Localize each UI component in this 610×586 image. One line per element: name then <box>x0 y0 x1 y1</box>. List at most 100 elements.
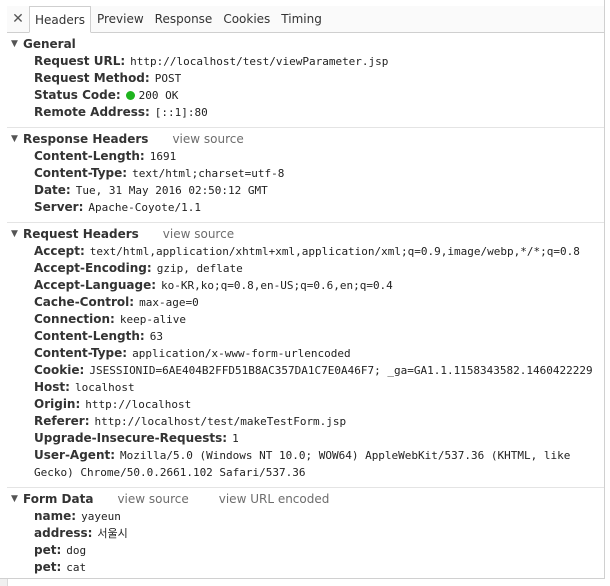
request-header-row: Content-Type: application/x-www-form-urle… <box>7 345 604 362</box>
header-value: gzip, deflate <box>156 262 243 275</box>
form-value: cat <box>66 561 87 574</box>
header-value: ko-KR,ko;q=0.8,en-US;q=0.6,en;q=0.4 <box>161 279 393 292</box>
form-value: yayeun <box>81 510 121 523</box>
header-key: Status Code: <box>34 88 121 102</box>
header-value: text/html;charset=utf-8 <box>132 167 285 180</box>
response-header-row: Date: Tue, 31 May 2016 02:50:12 GMT <box>7 182 604 199</box>
header-key: Accept-Language: <box>34 278 157 292</box>
header-value: 63 <box>149 330 163 343</box>
header-key: Request URL: <box>34 54 126 68</box>
request-header-row: Origin: http://localhost <box>7 396 604 413</box>
request-header-row: Cache-Control: max-age=0 <box>7 294 604 311</box>
expanded-triangle-icon: ▼ <box>11 134 18 144</box>
header-value: JSESSIONID=6AE404B2FFD51B8AC357DA1C7E0A4… <box>89 364 593 377</box>
view-source-link[interactable]: view source <box>172 132 243 146</box>
tab-timing[interactable]: Timing <box>276 6 327 32</box>
tab-headers[interactable]: Headers <box>29 6 91 33</box>
form-data-section: ▼ Form Data view source view URL encoded… <box>7 490 604 578</box>
section-title: Response Headers <box>23 132 149 146</box>
header-key: Date: <box>34 183 71 197</box>
request-header-row: Accept-Language: ko-KR,ko;q=0.8,en-US;q=0… <box>7 277 604 294</box>
header-key: Origin: <box>34 397 81 411</box>
form-value: dog <box>66 544 87 557</box>
header-value: http://localhost/test/makeTestForm.jsp <box>94 415 347 428</box>
header-key: Content-Length: <box>34 329 145 343</box>
status-ok-icon <box>125 91 135 100</box>
section-title: General <box>23 37 76 51</box>
response-header-row: Server: Apache-Coyote/1.1 <box>7 199 604 216</box>
header-value: keep-alive <box>119 313 187 326</box>
header-key: Accept-Encoding: <box>34 261 152 275</box>
header-key: Content-Type: <box>34 166 128 180</box>
general-row: Request Method: POST <box>7 70 604 87</box>
form-data-row: pet: cat <box>7 559 604 576</box>
header-key: Content-Length: <box>34 149 145 163</box>
tab-bar: ✕ Headers Preview Response Cookies Timin… <box>7 6 604 33</box>
form-key: pet: <box>34 543 62 557</box>
header-value: localhost <box>74 381 135 394</box>
header-key: Accept: <box>34 244 85 258</box>
header-value: http://localhost/test/viewParameter.jsp <box>130 55 389 68</box>
general-header[interactable]: ▼ General <box>7 35 604 53</box>
section-title: Form Data <box>23 492 94 506</box>
header-key: Upgrade-Insecure-Requests: <box>34 431 228 445</box>
view-url-encoded-link[interactable]: view URL encoded <box>219 492 330 506</box>
general-row: Request URL: http://localhost/test/viewPa… <box>7 53 604 70</box>
request-headers-section: ▼ Request Headers view source Accept: tex… <box>7 225 604 488</box>
general-section: ▼ General Request URL: http://localhost/t… <box>7 35 604 128</box>
form-data-row: pet: dog <box>7 542 604 559</box>
expanded-triangle-icon: ▼ <box>11 229 18 239</box>
header-key: Cache-Control: <box>34 295 135 309</box>
form-value: 서울시 <box>97 527 128 540</box>
header-key: Connection: <box>34 312 115 326</box>
close-icon[interactable]: ✕ <box>7 6 29 32</box>
response-header-row: Content-Type: text/html;charset=utf-8 <box>7 165 604 182</box>
request-header-row: Cookie: JSESSIONID=6AE404B2FFD51B8AC357DA… <box>7 362 604 379</box>
section-title: Request Headers <box>23 227 139 241</box>
header-value: max-age=0 <box>139 296 199 309</box>
tab-preview[interactable]: Preview <box>92 6 149 32</box>
view-source-link[interactable]: view source <box>117 492 188 506</box>
request-header-row: Host: localhost <box>7 379 604 396</box>
header-value: http://localhost <box>85 398 192 411</box>
header-value: application/x-www-form-urlencoded <box>132 347 351 360</box>
header-value: 1691 <box>149 150 177 163</box>
header-value: 200 OK <box>138 89 179 102</box>
response-headers-header[interactable]: ▼ Response Headers view source <box>7 130 604 148</box>
header-value: [::1]:80 <box>154 106 208 119</box>
form-data-row: name: yayeun <box>7 508 604 525</box>
header-value: 1 <box>232 432 239 445</box>
form-key: pet: <box>34 560 62 574</box>
expanded-triangle-icon: ▼ <box>11 39 18 49</box>
expanded-triangle-icon: ▼ <box>11 494 18 504</box>
header-key: Request Method: <box>34 71 150 85</box>
request-header-row: Connection: keep-alive <box>7 311 604 328</box>
network-detail-panel: ✕ Headers Preview Response Cookies Timin… <box>0 0 605 579</box>
form-key: name: <box>34 509 77 523</box>
header-key: User-Agent: <box>34 448 116 462</box>
form-key: address: <box>34 526 93 540</box>
request-header-row: Referer: http://localhost/test/makeTestFo… <box>7 413 604 430</box>
form-data-header[interactable]: ▼ Form Data view source view URL encoded <box>7 490 604 508</box>
header-value: Tue, 31 May 2016 02:50:12 GMT <box>75 184 268 197</box>
view-source-link[interactable]: view source <box>163 227 234 241</box>
header-value: Apache-Coyote/1.1 <box>88 201 201 214</box>
header-key: Server: <box>34 200 84 214</box>
tab-response[interactable]: Response <box>150 6 218 32</box>
request-header-row: Upgrade-Insecure-Requests: 1 <box>7 430 604 447</box>
form-data-row: address: 서울시 <box>7 525 604 542</box>
header-key: Content-Type: <box>34 346 128 360</box>
request-headers-header[interactable]: ▼ Request Headers view source <box>7 225 604 243</box>
response-header-row: Content-Length: 1691 <box>7 148 604 165</box>
request-header-row: Content-Length: 63 <box>7 328 604 345</box>
header-value: POST <box>154 72 182 85</box>
request-header-row: Accept-Encoding: gzip, deflate <box>7 260 604 277</box>
general-row: Status Code: 200 OK <box>7 87 604 104</box>
header-key: Cookie: <box>34 363 85 377</box>
request-header-row: Accept: text/html,application/xhtml+xml,a… <box>7 243 604 260</box>
tab-cookies[interactable]: Cookies <box>218 6 275 32</box>
header-key: Referer: <box>34 414 90 428</box>
header-key: Remote Address: <box>34 105 150 119</box>
header-value: text/html,application/xhtml+xml,applicat… <box>89 245 580 258</box>
response-headers-section: ▼ Response Headers view source Content-L… <box>7 130 604 223</box>
